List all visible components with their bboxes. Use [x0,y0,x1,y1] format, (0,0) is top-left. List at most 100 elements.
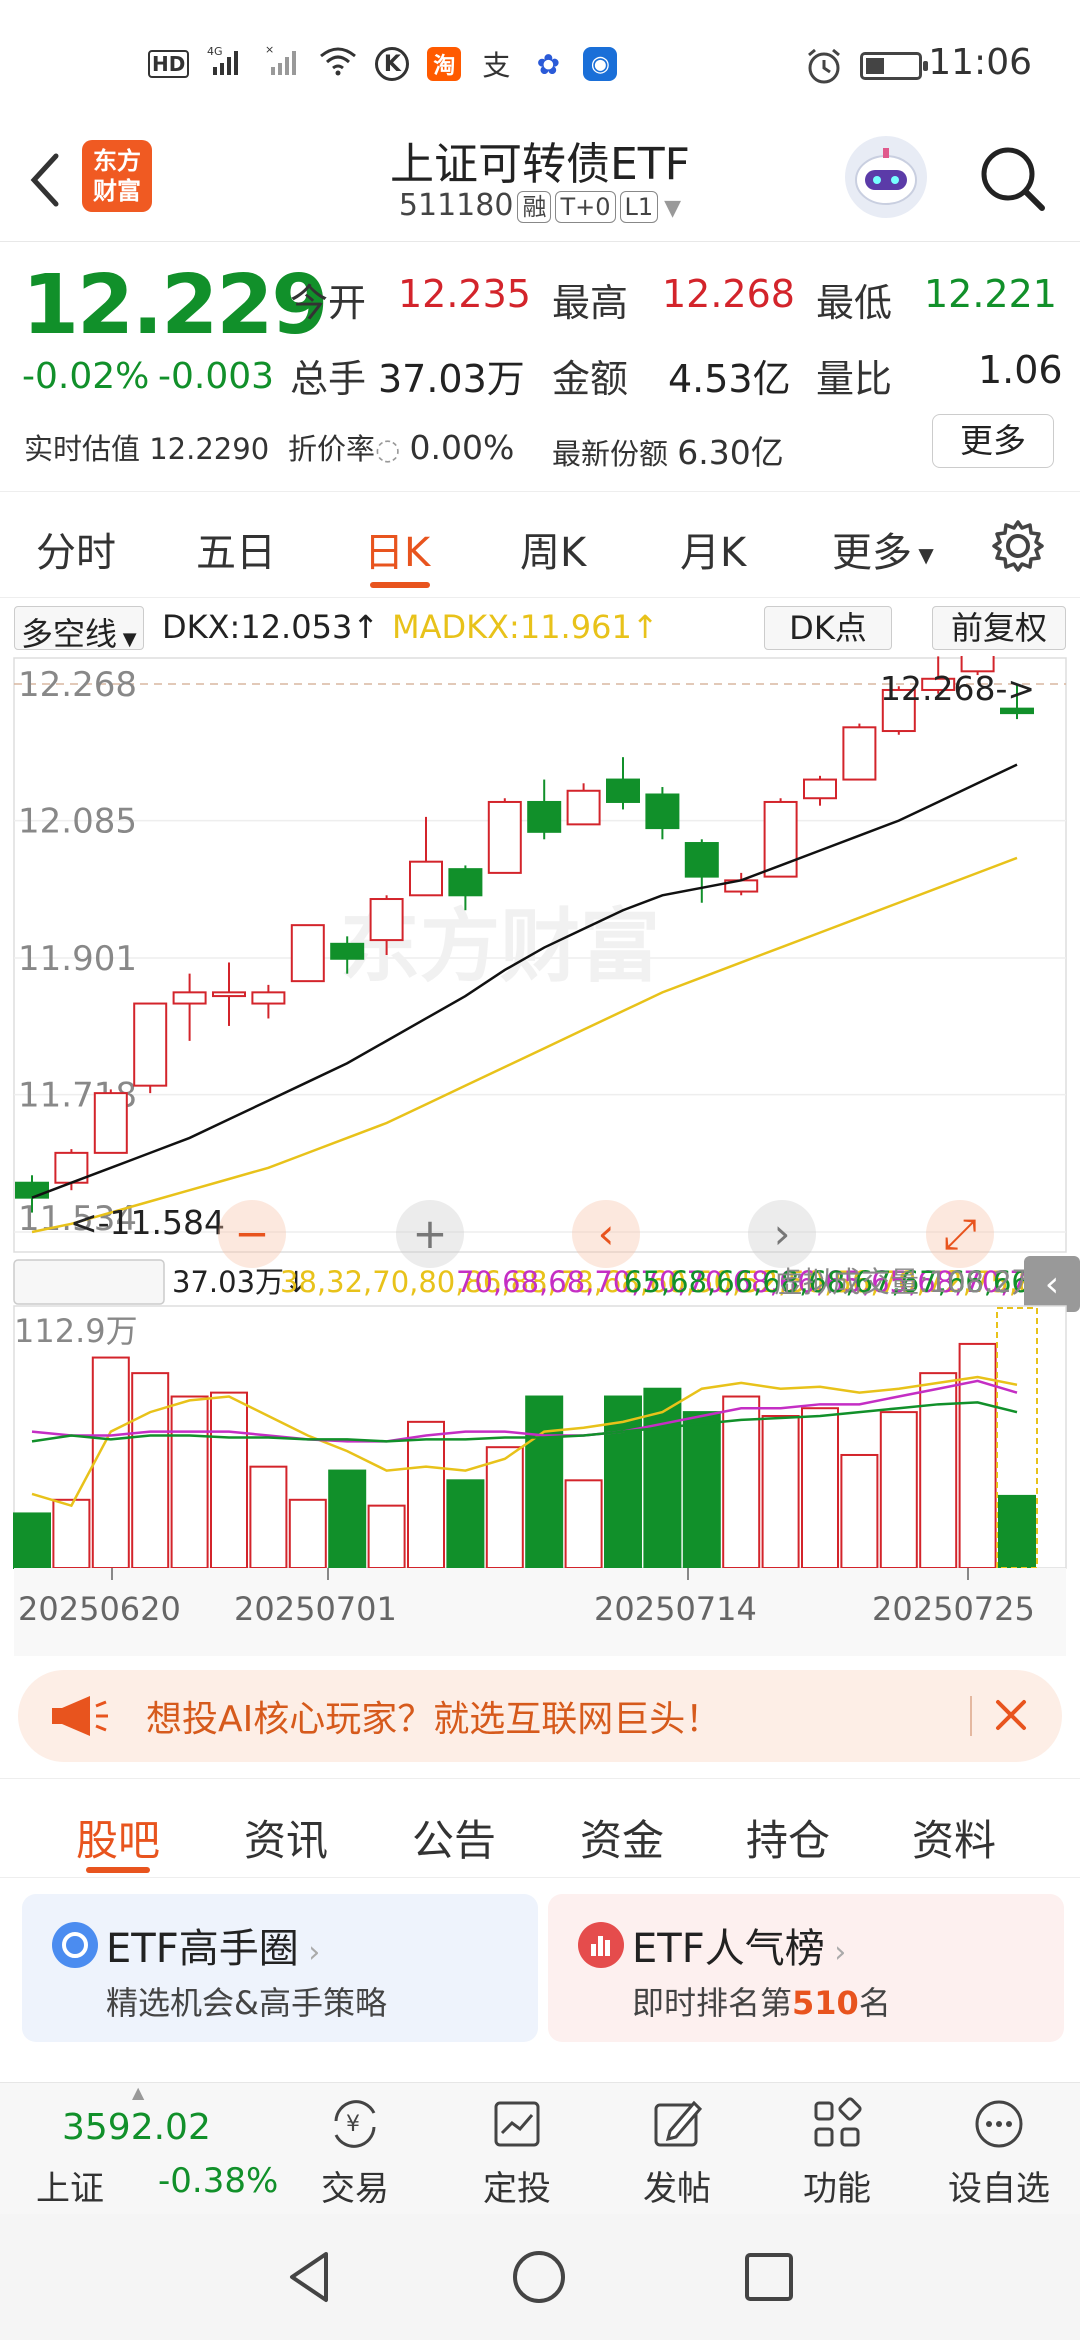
index-value[interactable]: 3592.02 [62,2107,211,2148]
volume-header: 成交量 ▾37.03万↓38,32,70,80,86,88,78,68,60,5… [20,1264,1080,1302]
search-icon[interactable] [976,142,1048,214]
minus-icon[interactable]: − [218,1200,286,1268]
circle-icon [52,1922,98,1968]
gear-icon[interactable] [990,518,1046,574]
tab-news[interactable]: 资讯 [244,1807,328,1868]
nav-functions[interactable]: 功能 [782,2095,892,2210]
nav-invest-label: 定投 [483,2169,551,2209]
rank-prefix: 即时排名第 [632,1984,793,2022]
price-tick-label: 12.085 [18,802,137,842]
candle-body [527,800,562,833]
etf-expert-card[interactable]: ETF高手圈 › 精选机会&高手策略 [22,1894,538,2042]
tab-holdings[interactable]: 持仓 [746,1807,830,1868]
low-label: 最低 [816,281,893,325]
close-icon[interactable] [986,1690,1036,1740]
status-icons: HD 4G × K 淘 支 ✿ ◉ [148,43,618,84]
security-code: 511180 [398,188,514,223]
more-button[interactable]: 更多 [932,414,1054,468]
promo-banner[interactable]: 想投AI核心玩家？就选互联网巨头！ [18,1670,1062,1762]
k-app-icon: K [375,47,410,81]
candle-body [409,860,443,897]
card-title-text: ETF人气榜 [632,1926,825,1972]
card-subtitle: 精选机会&高手策略 [106,1984,387,2022]
volume-bar [249,1465,288,1569]
tab-guba[interactable]: 股吧 [76,1807,160,1868]
more-dots-icon [975,2100,1023,2148]
nav-add-watchlist[interactable]: 设自选 [944,2095,1054,2210]
high-label: 最高 [552,281,629,325]
plus-icon[interactable]: + [396,1200,464,1268]
nav-trade-label: 交易 [321,2169,389,2209]
dkx-label: DKX:12.053 [162,608,353,646]
indicator-selector[interactable]: 多空线 ▼ [14,606,144,653]
home-circle-icon[interactable] [510,2248,568,2306]
volume-bar [801,1407,839,1570]
bar-chart-icon [578,1922,624,1968]
chevron-left-icon: ‹ [1045,1264,1059,1305]
dropdown-icon[interactable]: ▼ [664,196,681,221]
volume-selector[interactable] [13,1259,165,1305]
volume-bar [13,1512,51,1569]
candle-body [369,898,404,942]
tab-funds[interactable]: 资金 [580,1807,664,1868]
expand-icon[interactable]: ⤢ [926,1200,994,1268]
svg-text:×: × [265,43,274,56]
high-marker: 12.268-> [880,669,1035,708]
banner-text: 想投AI核心玩家？就选互联网巨头！ [146,1699,722,1740]
index-change: -0.38% [158,2161,279,2201]
kline-svg[interactable]: 12.26812.08511.90111.71811.534东方财富12.268… [0,630,1080,1658]
control-glyph: › [774,1209,791,1258]
nav-post-label: 发帖 [643,2169,711,2209]
battery-icon [860,52,928,80]
open-value: 12.235 [398,272,531,316]
candle-body [212,991,246,998]
dkx-value: DKX:12.053↑ [162,608,379,646]
nav-invest[interactable]: 定投 [462,2095,572,2210]
nav-trade[interactable]: ¥ 交易 [300,2095,410,2210]
adjust-button[interactable]: 前复权 [932,606,1066,650]
control-glyph: + [412,1209,447,1258]
tag-l1: L1 [619,191,659,223]
volume-bar [998,1494,1036,1570]
next-icon[interactable]: › [748,1200,816,1268]
ratio-label: 量比 [816,357,893,401]
baidu-icon: ✿ [536,47,561,81]
tab-daily-k[interactable]: 日K [364,520,430,578]
kline-chart[interactable]: 12.268 12.085 11.901 11.718 11.534 东方财富 12.268… [0,630,1080,1658]
tab-weekly-k[interactable]: 周K [520,520,586,578]
tab-five-day[interactable]: 五日 [196,520,276,578]
tab-monthly-k[interactable]: 月K [680,520,746,578]
volume-value: 37.03万 [378,357,525,401]
info-icon[interactable]: ◌ [375,432,400,466]
volume-bar [407,1420,445,1569]
tab-more[interactable]: 更多 ▼ [832,520,934,578]
card-title: ETF人气榜 › [632,1916,846,1974]
clock: 11:06 [928,42,1032,83]
back-triangle-icon[interactable] [282,2248,338,2306]
date-label: 20250701 [234,1590,397,1628]
arrow-up-icon: ↑ [631,608,659,646]
taobao-icon: 淘 [427,47,462,81]
volume-bar [367,1504,406,1569]
tab-more-label: 更多 [832,530,912,576]
premium-label: 折价率 [288,432,376,466]
tab-announcements[interactable]: 公告 [412,1807,496,1868]
volume-bar [840,1453,879,1569]
tag-t0: T+0 [555,191,616,223]
nav-post[interactable]: 发帖 [622,2095,732,2210]
recents-square-icon[interactable] [742,2250,796,2304]
index-name: 上证 [36,2169,104,2209]
dk-point-button[interactable]: DK点 [764,606,892,650]
prev-icon[interactable]: ‹ [572,1200,640,1268]
etf-popularity-card[interactable]: ETF人气榜 › 即时排名第510名 [548,1894,1064,2042]
tab-intraday[interactable]: 分时 [36,520,116,578]
tab-profile[interactable]: 资料 [912,1807,996,1868]
pull-up-icon[interactable]: ▲ [132,2083,144,2102]
chevron-right-icon: › [824,1935,847,1970]
caret-down-icon: ▼ [117,629,137,650]
madkx-label: MADKX:11.961 [392,608,632,646]
volume-bar [328,1469,367,1570]
content-tabs: 股吧 资讯 公告 资金 持仓 资料 [0,1778,1080,1878]
assistant-robot-icon[interactable] [845,136,927,218]
nav-functions-label: 功能 [803,2169,871,2209]
